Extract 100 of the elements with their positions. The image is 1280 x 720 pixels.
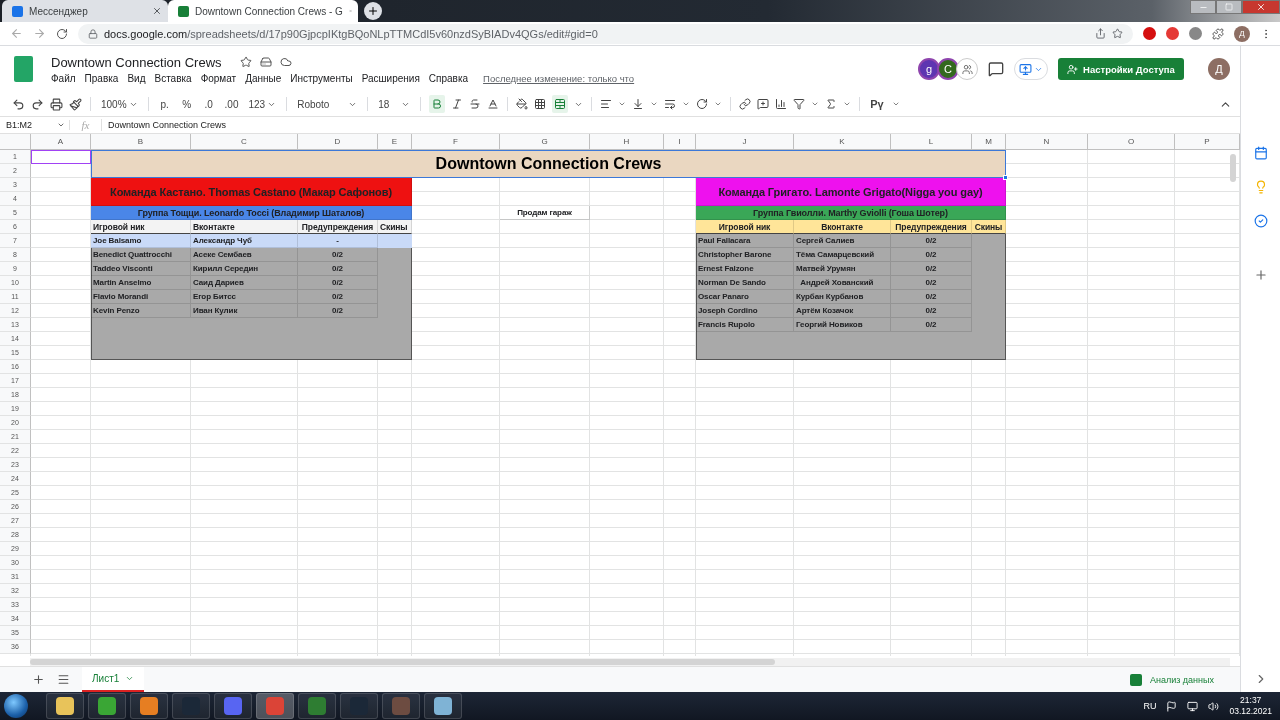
close-icon[interactable]: [152, 6, 162, 16]
table-cell[interactable]: Александр Чуб: [191, 234, 298, 248]
paint-format-icon[interactable]: [69, 97, 82, 111]
column-header[interactable]: L: [891, 134, 972, 150]
taskbar-app-button[interactable]: [424, 693, 462, 719]
table-cell[interactable]: -: [298, 234, 378, 248]
italic-icon[interactable]: [451, 98, 464, 110]
column-header[interactable]: B: [91, 134, 191, 150]
table-cell[interactable]: 0/2: [298, 248, 378, 262]
table-cell[interactable]: Матвей Урумян: [794, 262, 891, 276]
table-cell[interactable]: 0/2: [298, 304, 378, 318]
explore-button[interactable]: Анализ данных: [1129, 673, 1214, 686]
horizontal-scrollbar[interactable]: [30, 658, 1230, 666]
group-name-cell[interactable]: Группа Гвиолли. Marthy Gviolli (Гоша Шотер): [696, 206, 1006, 220]
table-cell[interactable]: 0/2: [891, 318, 972, 332]
column-header[interactable]: J: [696, 134, 794, 150]
table-cell[interactable]: Георгий Новиков: [794, 318, 891, 332]
table-cell[interactable]: Taddeo Visconti: [91, 262, 191, 276]
table-cell[interactable]: Norman De Sando: [696, 276, 794, 290]
font-size-dropdown[interactable]: 18: [376, 95, 413, 113]
extension-icon[interactable]: [1166, 27, 1179, 40]
increase-decimals-button[interactable]: .00: [222, 95, 241, 113]
table-cell[interactable]: Саид Дариев: [191, 276, 298, 290]
network-icon[interactable]: [1187, 700, 1199, 712]
volume-icon[interactable]: [1208, 700, 1220, 712]
column-header[interactable]: I: [664, 134, 696, 150]
column-header[interactable]: O: [1088, 134, 1175, 150]
table-cell[interactable]: Курбан Курбанов: [794, 290, 891, 304]
table-cell[interactable]: Иван Кулик: [191, 304, 298, 318]
profile-avatar[interactable]: Д: [1234, 25, 1250, 42]
decrease-decimals-button[interactable]: .0: [200, 95, 217, 113]
text-wrap-icon[interactable]: [664, 98, 677, 110]
functions-icon[interactable]: [825, 98, 838, 110]
table-cell[interactable]: Андрей Хованский: [794, 276, 891, 290]
sheet-tab[interactable]: Лист1: [82, 666, 145, 693]
table-cell[interactable]: Flavio Morandi: [91, 290, 191, 304]
start-button[interactable]: [4, 694, 28, 718]
column-heading-cell[interactable]: Предупреждения: [298, 220, 378, 234]
column-heading-cell[interactable]: Вконтакте: [794, 220, 891, 234]
align-icon[interactable]: [600, 98, 613, 110]
menu-item[interactable]: Инструменты: [290, 72, 353, 84]
extension-icon[interactable]: [1189, 27, 1202, 40]
menu-item[interactable]: Вставка: [154, 72, 192, 84]
last-edit-link[interactable]: Последнее изменение: только что: [483, 72, 635, 84]
table-cell[interactable]: Тёма Самарцевский: [794, 248, 891, 262]
table-cell[interactable]: Martin Anselmo: [91, 276, 191, 290]
borders-icon[interactable]: [534, 98, 547, 110]
column-header[interactable]: G: [500, 134, 590, 150]
browser-tab[interactable]: Downtown Connection Crews - G: [168, 0, 358, 22]
table-cell[interactable]: 0/2: [891, 262, 972, 276]
collaborator-avatar[interactable]: С: [937, 58, 959, 80]
flag-icon[interactable]: [1166, 700, 1178, 712]
menu-item[interactable]: Правка: [84, 72, 119, 84]
add-sheet-icon[interactable]: [32, 673, 45, 686]
drive-icon[interactable]: [259, 56, 272, 68]
column-heading-cell[interactable]: Предупреждения: [891, 220, 972, 234]
language-indicator[interactable]: RU: [1143, 701, 1157, 711]
browser-tab[interactable]: Мессенджер: [2, 0, 168, 22]
print-icon[interactable]: [50, 97, 63, 111]
table-cell[interactable]: Сергей Салиев: [794, 234, 891, 248]
close-button[interactable]: [1242, 0, 1280, 14]
menu-item[interactable]: Формат: [200, 72, 237, 84]
table-cell[interactable]: Oscar Panaro: [696, 290, 794, 304]
table-cell[interactable]: 0/2: [298, 262, 378, 276]
column-header[interactable]: P: [1175, 134, 1240, 150]
address-bar[interactable]: docs.google.com/spreadsheets/d/17p90GjpcpIKtgBQoNLpTTMCdI5v60nzdSyBIADv4QGs/edit#gid=0: [78, 23, 1133, 44]
table-cell[interactable]: Joe Balsamo: [91, 234, 191, 248]
strikethrough-icon[interactable]: [469, 98, 482, 110]
reload-icon[interactable]: [56, 27, 68, 40]
share-icon[interactable]: [1095, 28, 1106, 39]
zoom-dropdown[interactable]: 100%: [99, 95, 140, 113]
column-heading-cell[interactable]: Игровой ник: [91, 220, 191, 234]
name-box[interactable]: B1:M2: [0, 120, 70, 130]
table-cell[interactable]: 0/2: [891, 276, 972, 290]
column-header[interactable]: D: [298, 134, 378, 150]
bookmark-star-icon[interactable]: [1112, 28, 1123, 39]
extensions-icon[interactable]: [1212, 27, 1224, 40]
percent-button[interactable]: %: [178, 95, 195, 113]
text-color-icon[interactable]: [487, 98, 500, 110]
bold-button[interactable]: [429, 95, 446, 113]
column-header[interactable]: K: [794, 134, 891, 150]
column-header[interactable]: H: [590, 134, 664, 150]
new-tab-button[interactable]: [364, 2, 382, 20]
text-rotation-icon[interactable]: [696, 98, 709, 110]
fill-color-icon[interactable]: [516, 98, 529, 110]
table-cell[interactable]: 0/2: [891, 248, 972, 262]
link-icon[interactable]: [739, 98, 752, 110]
column-header[interactable]: C: [191, 134, 298, 150]
table-cell[interactable]: Kevin Penzo: [91, 304, 191, 318]
column-header[interactable]: N: [1006, 134, 1088, 150]
share-button[interactable]: Настройки Доступа: [1058, 58, 1184, 80]
table-cell[interactable]: 0/2: [891, 234, 972, 248]
column-header[interactable]: M: [972, 134, 1006, 150]
extension-icon[interactable]: [1143, 27, 1156, 40]
team-name-cell[interactable]: Команда Григато. Lamonte Grigato(Nigga you gay): [696, 178, 1006, 206]
number-format-dropdown[interactable]: 123: [246, 95, 279, 113]
input-tools-button[interactable]: Рү: [868, 95, 886, 113]
selection-handle[interactable]: [1003, 175, 1008, 180]
column-heading-cell[interactable]: Скины: [378, 220, 412, 234]
formula-input[interactable]: Downtown Connection Crews: [102, 120, 227, 130]
